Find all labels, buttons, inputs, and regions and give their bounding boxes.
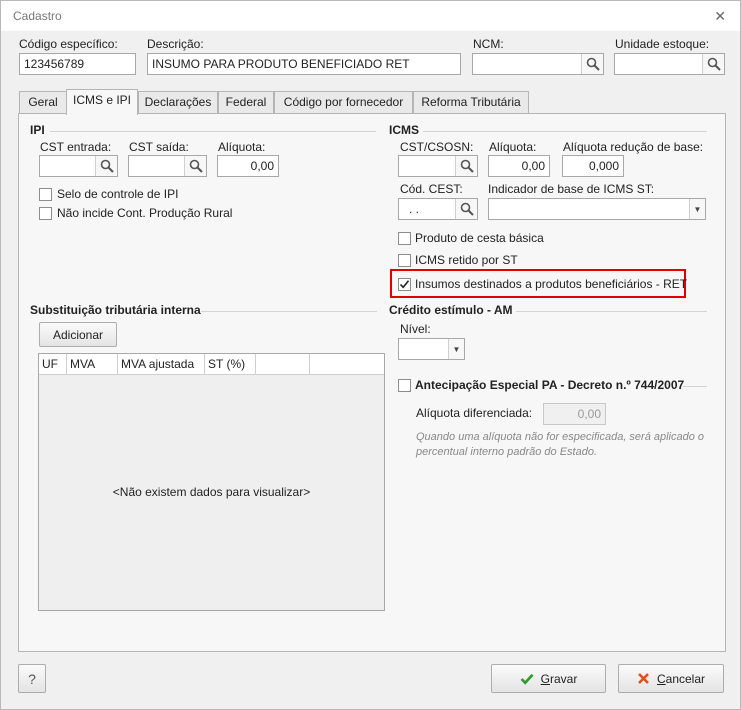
st-interna-grid[interactable]: UF MVA MVA ajustada ST (%) <Não existem … <box>38 353 385 611</box>
tab-declaracoes[interactable]: Declarações <box>138 91 218 114</box>
indicador-label: Indicador de base de ICMS ST: <box>488 182 655 196</box>
icms-retido-label: ICMS retido por ST <box>415 253 518 267</box>
empty-message: <Não existem dados para visualizar> <box>112 485 311 499</box>
codigo-label: Código específico: <box>19 37 118 51</box>
st-interna-divider <box>201 311 377 312</box>
reducao-input[interactable]: 0,000 <box>562 155 624 177</box>
tab-icms-ipi[interactable]: ICMS e IPI <box>66 89 138 115</box>
antecipacao-checkbox[interactable] <box>398 379 411 392</box>
magnifier-icon[interactable] <box>455 156 477 176</box>
ipi-divider <box>50 131 376 132</box>
icms-section-title: ICMS <box>389 123 419 137</box>
credito-title: Crédito estímulo - AM <box>389 303 513 317</box>
help-button[interactable]: ? <box>18 664 46 693</box>
x-icon <box>638 673 649 684</box>
dialog-window: Cadastro ✕ Código específico: 123456789 … <box>0 0 741 710</box>
cst-entrada-lookup[interactable] <box>39 155 118 177</box>
indicador-select[interactable]: ▼ <box>488 198 706 220</box>
cst-saida-lookup[interactable] <box>128 155 207 177</box>
cancelar-label: Cancelar <box>656 671 706 686</box>
nivel-label: Nível: <box>400 322 431 336</box>
nao-incide-label: Não incide Cont. Produção Rural <box>57 206 233 220</box>
ipi-aliquota-input[interactable]: 0,00 <box>217 155 279 177</box>
column-header-mva-ajustada[interactable]: MVA ajustada <box>118 354 205 374</box>
magnifier-icon[interactable] <box>455 199 477 219</box>
cst-csosn-lookup[interactable] <box>398 155 478 177</box>
insumos-label: Insumos destinados a produtos beneficiár… <box>415 277 688 291</box>
aliquota-diferenciada-label: Alíquota diferenciada: <box>416 406 533 420</box>
icms-aliquota-label: Alíquota: <box>489 140 537 154</box>
adicionar-button[interactable]: Adicionar <box>39 322 117 347</box>
ncm-lookup[interactable] <box>472 53 604 75</box>
ipi-aliquota-label: Alíquota: <box>218 140 266 154</box>
antecipacao-divider <box>683 386 707 387</box>
column-header-uf[interactable]: UF <box>39 354 67 374</box>
magnifier-icon[interactable] <box>581 54 603 74</box>
reducao-label: Alíquota redução de base: <box>563 140 704 154</box>
cst-saida-label: CST saída: <box>129 140 189 154</box>
icms-aliquota-input[interactable]: 0,00 <box>488 155 550 177</box>
cst-entrada-label: CST entrada: <box>40 140 112 154</box>
st-interna-title: Substituição tributária interna <box>30 303 201 317</box>
selo-label: Selo de controle de IPI <box>57 187 179 201</box>
cest-label: Cód. CEST: <box>400 182 463 196</box>
codigo-input[interactable]: 123456789 <box>19 53 136 75</box>
icms-retido-checkbox[interactable] <box>398 254 411 267</box>
magnifier-icon[interactable] <box>95 156 117 176</box>
cancelar-button[interactable]: Cancelar <box>618 664 724 693</box>
antecipacao-label: Antecipação Especial PA - Decreto n.º 74… <box>415 378 685 392</box>
icms-divider <box>423 131 707 132</box>
antecipacao-note: Quando uma alíquota não for especificada… <box>416 431 705 458</box>
gravar-button[interactable]: Gravar <box>491 664 606 693</box>
magnifier-icon[interactable] <box>184 156 206 176</box>
gravar-label: Gravar <box>540 671 578 686</box>
cesta-basica-label: Produto de cesta básica <box>415 231 544 245</box>
ipi-section-title: IPI <box>30 123 45 137</box>
cesta-basica-checkbox[interactable] <box>398 232 411 245</box>
column-header-st[interactable]: ST (%) <box>205 354 256 374</box>
descricao-label: Descrição: <box>147 37 204 51</box>
cest-value: . . <box>409 202 420 216</box>
aliquota-diferenciada-input[interactable]: 0,00 <box>543 403 606 425</box>
credito-divider <box>516 311 707 312</box>
tab-codigo-fornecedor[interactable]: Código por fornecedor <box>274 91 413 114</box>
chevron-down-icon[interactable]: ▼ <box>689 199 705 219</box>
tab-geral[interactable]: Geral <box>19 91 67 114</box>
window-title: Cadastro <box>13 9 62 23</box>
check-icon <box>520 673 534 685</box>
tab-reforma-tributaria[interactable]: Reforma Tributária <box>413 91 529 114</box>
chevron-down-icon[interactable]: ▼ <box>448 339 464 359</box>
unidade-lookup[interactable] <box>614 53 725 75</box>
ncm-label: NCM: <box>473 37 504 51</box>
column-header-blank <box>256 354 310 374</box>
grid-header: UF MVA MVA ajustada ST (%) <box>39 354 384 375</box>
close-icon[interactable]: ✕ <box>714 8 726 25</box>
selo-checkbox[interactable] <box>39 188 52 201</box>
descricao-input[interactable]: INSUMO PARA PRODUTO BENEFICIADO RET <box>147 53 461 75</box>
checkmark-icon <box>399 280 410 289</box>
magnifier-icon[interactable] <box>702 54 724 74</box>
nivel-select[interactable]: ▼ <box>398 338 465 360</box>
cst-csosn-label: CST/CSOSN: <box>400 140 474 154</box>
tab-federal[interactable]: Federal <box>218 91 274 114</box>
cest-lookup[interactable]: . . <box>398 198 478 220</box>
insumos-checkbox[interactable] <box>398 278 411 291</box>
unidade-label: Unidade estoque: <box>615 37 710 51</box>
column-header-mva[interactable]: MVA <box>67 354 118 374</box>
title-bar: Cadastro ✕ <box>1 1 740 31</box>
nao-incide-checkbox[interactable] <box>39 207 52 220</box>
